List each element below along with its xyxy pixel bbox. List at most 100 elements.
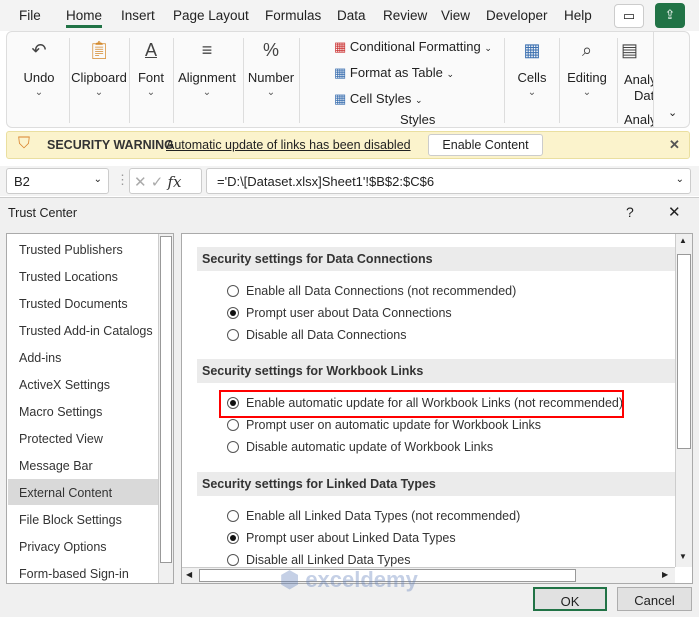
tab-formulas[interactable]: Formulas [265,8,321,23]
scroll-right-icon[interactable]: ▶ [662,570,668,579]
alignment-button[interactable]: ≡ Alignment ⌄ [175,32,239,127]
radio-button[interactable] [227,307,239,319]
share-button[interactable]: ⇪ [655,3,685,28]
undo-button[interactable]: ↶ Undo ⌄ [11,32,67,127]
enable-content-button[interactable]: Enable Content [428,134,543,156]
warning-close-button[interactable]: ✕ [669,137,680,153]
chevron-down-icon: ⌄ [202,87,212,98]
format-as-table-button[interactable]: ▦ Format as Table ⌄ [334,65,454,81]
tab-developer[interactable]: Developer [486,8,548,23]
help-button[interactable]: ? [626,204,634,220]
section-header: Security settings for Workbook Links [197,359,675,383]
radio-button[interactable] [227,554,239,566]
radio-option[interactable]: Disable all Linked Data Types [227,553,410,567]
styles-group-label: Styles [400,112,436,127]
cell-styles-icon: ▦ [334,91,347,106]
analysis-group-label: Analy [624,112,653,127]
cancel-button[interactable]: Cancel [617,587,692,611]
nav-item[interactable]: Message Bar [8,452,158,478]
enter-icon[interactable]: ✓ [151,174,164,191]
conditional-formatting-button[interactable]: ▦ Conditional Formatting ⌄ [334,39,492,55]
radio-option[interactable]: Enable all Linked Data Types (not recomm… [227,509,520,523]
radio-button[interactable] [227,285,239,297]
cells-label: Cells [517,70,547,85]
chevron-down-icon: ⌄ [146,87,156,98]
font-button[interactable]: A Font ⌄ [131,32,171,127]
clipboard-label: Clipboard [71,70,127,85]
name-box-value: B2 [14,174,30,189]
trust-center-nav: Trusted Publishers Trusted Locations Trust… [6,233,174,584]
nav-scrollbar[interactable] [158,234,173,583]
tab-view[interactable]: View [441,8,470,23]
chevron-down-icon: ⌄ [527,87,537,98]
ribbon-expand-icon[interactable]: ⌄ [668,106,677,119]
nav-item[interactable]: External Content [8,479,158,505]
nav-item[interactable]: Trusted Locations [8,263,158,289]
radio-option[interactable]: Prompt user on automatic update for Work… [227,418,541,432]
nav-item[interactable]: Trusted Documents [8,290,158,316]
formula-input[interactable]: ='D:\[Dataset.xlsx]Sheet1'!$B$2:$C$6 ⌄ [206,168,691,194]
radio-button[interactable] [227,441,239,453]
vertical-scrollbar[interactable]: ▲ ▼ [675,234,692,567]
scroll-thumb[interactable] [677,254,691,449]
comments-button[interactable]: ▭ [614,4,644,28]
radio-option[interactable]: Enable all Data Connections (not recomme… [227,284,516,298]
section-header: Security settings for Linked Data Types [197,472,675,496]
chevron-down-icon: ⌄ [34,87,44,98]
radio-option[interactable]: Prompt user about Data Connections [227,306,452,320]
nav-scroll-thumb[interactable] [160,236,172,563]
tab-help[interactable]: Help [564,8,592,23]
nav-item[interactable]: File Block Settings [8,506,158,532]
chevron-down-icon: ⌄ [94,87,104,98]
cancel-icon[interactable]: ✕ [134,174,147,191]
radio-button[interactable] [227,510,239,522]
editing-button[interactable]: ⌕ Editing ⌄ [561,32,613,127]
warning-title: SECURITY WARNING [47,138,174,152]
number-button[interactable]: % Number ⌄ [245,32,297,127]
tab-review[interactable]: Review [383,8,427,23]
tab-insert[interactable]: Insert [121,8,155,23]
scroll-down-icon[interactable]: ▼ [679,552,687,561]
radio-label: Prompt user on automatic update for Work… [246,418,542,432]
radio-button[interactable] [227,532,239,544]
highlight-box [219,390,624,418]
name-box[interactable]: B2 ⌄ [6,168,109,194]
radio-option[interactable]: Disable all Data Connections [227,328,407,342]
radio-label: Disable all Data Connections [246,328,407,342]
nav-item[interactable]: Trusted Publishers [8,236,158,262]
chevron-down-icon: ⌄ [675,174,684,185]
clipboard-button[interactable]: 📋︎ Clipboard ⌄ [71,32,127,127]
nav-item[interactable]: Add-ins [8,344,158,370]
radio-option[interactable]: Prompt user about Linked Data Types [227,531,456,545]
cell-styles-button[interactable]: ▦ Cell Styles ⌄ [334,91,423,107]
nav-item[interactable]: ActiveX Settings [8,371,158,397]
radio-label: Enable all Linked Data Types (not recomm… [246,509,521,523]
tab-file[interactable]: File [19,8,41,23]
warning-message-link[interactable]: Automatic update of links has been disab… [166,138,411,152]
nav-item[interactable]: Protected View [8,425,158,451]
horizontal-scrollbar[interactable]: ◀ ▶ [182,567,675,583]
radio-button[interactable] [227,329,239,341]
insert-function-button[interactable]: fx [168,173,182,191]
nav-item[interactable]: Trusted Add-in Catalogs [8,317,158,343]
nav-item[interactable]: Privacy Options [8,533,158,559]
cells-button[interactable]: ▦ Cells ⌄ [507,32,557,127]
radio-label: Prompt user about Linked Data Types [246,531,456,545]
nav-item[interactable]: Form-based Sign-in [8,560,158,586]
radio-button[interactable] [227,419,239,431]
analyze-data-button[interactable]: ▤AnalyDatAnaly [621,32,653,127]
tab-page-layout[interactable]: Page Layout [173,8,249,23]
share-icon: ⇪ [664,7,676,22]
ok-button[interactable]: OK [533,587,607,611]
format-as-table-icon: ▦ [334,65,347,80]
scroll-left-icon[interactable]: ◀ [186,570,192,579]
exceldemy-watermark: ⬢ exceldemy [280,567,418,592]
nav-item[interactable]: Macro Settings [8,398,158,424]
tab-home[interactable]: Home [66,8,103,28]
scroll-up-icon[interactable]: ▲ [679,236,687,245]
radio-option[interactable]: Disable automatic update of Workbook Lin… [227,440,493,454]
number-label: Number [247,70,295,85]
tab-data[interactable]: Data [337,8,366,23]
alignment-icon: ≡ [201,40,213,60]
dialog-close-button[interactable]: ✕ [668,203,681,221]
